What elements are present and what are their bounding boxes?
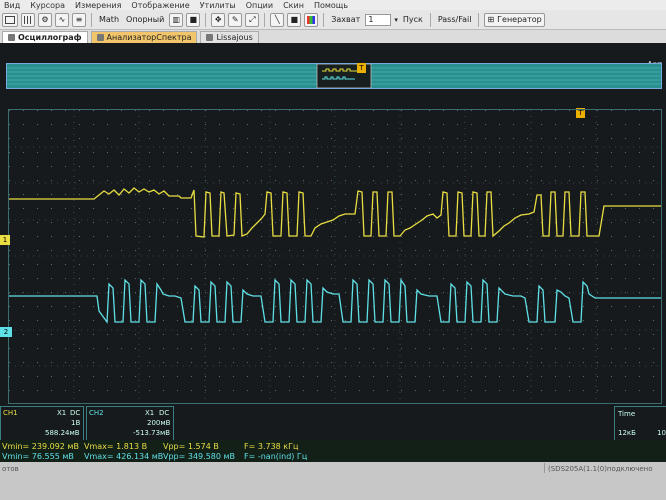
- menu-utilities[interactable]: Утилиты: [200, 1, 236, 10]
- probe-icon: ✎: [231, 15, 239, 24]
- toolbar-button-4[interactable]: ∿: [55, 12, 69, 27]
- menu-view[interactable]: Вид: [4, 1, 20, 10]
- scope-display[interactable]: Авт T T: [0, 43, 666, 443]
- generator-button[interactable]: ⊞ Генератор: [484, 12, 545, 27]
- tab-label: Осциллограф: [18, 33, 82, 42]
- ch1-scale: 1В: [71, 419, 81, 427]
- capture-count-input[interactable]: 1: [365, 13, 392, 26]
- toolbar-button-3[interactable]: ⚙: [38, 12, 52, 27]
- time-label: Time: [618, 410, 636, 418]
- toolbar-separator: [264, 12, 266, 27]
- scale-button[interactable]: ⤢: [245, 12, 260, 27]
- math-button[interactable]: Math: [97, 15, 121, 24]
- ch2-coupling: DC: [159, 409, 170, 417]
- overview-trigger-marker[interactable]: T: [357, 63, 366, 73]
- record-button[interactable]: ■: [287, 12, 302, 27]
- measurements-panel: Vmin= 239.092 мВ Vmax= 1.813 В Vpp= 1.57…: [0, 440, 666, 462]
- ch1-frequency: F= 3.738 кГц: [244, 442, 299, 451]
- status-bar: отов (SDS205A(1.1(0)подключено: [0, 462, 666, 500]
- draw-button[interactable]: ╲: [270, 12, 285, 27]
- ch2-vmin: Vmin= 76.555 мВ: [2, 452, 74, 461]
- waveform-overview[interactable]: T: [6, 63, 662, 89]
- menu-measure[interactable]: Измерения: [75, 1, 121, 10]
- ch1-probe: X1: [57, 409, 67, 417]
- reference-button[interactable]: Опорный: [124, 15, 166, 24]
- spectrum-icon: [96, 34, 104, 41]
- menu-display[interactable]: Отображение: [131, 1, 189, 10]
- capture-label: Захват: [331, 15, 361, 24]
- toolbar-separator: [478, 12, 480, 27]
- ch2-frequency: F= -nan(ind) Гц: [244, 452, 308, 461]
- lissajous-icon: [206, 34, 214, 41]
- toolbar-button-5[interactable]: ≡: [72, 12, 86, 27]
- ch2-name: CH2: [89, 409, 104, 417]
- status-text: отов: [2, 465, 19, 473]
- ch2-vpp: Vpp= 349.580 мВ: [163, 452, 236, 461]
- tab-label: Lissajous: [216, 33, 253, 42]
- tab-label: АнализаторСпектра: [106, 33, 192, 42]
- grid-dots: [9, 110, 661, 403]
- grid-icon: [24, 15, 32, 24]
- stop-icon: ■: [189, 15, 198, 24]
- device-status: (SDS205A(1.1(0)подключено: [548, 465, 653, 473]
- ch1-coupling: DC: [70, 409, 81, 417]
- passfail-button[interactable]: Pass/Fail: [436, 15, 474, 24]
- menu-cursor[interactable]: Курсора: [30, 1, 65, 10]
- ch1-level-marker[interactable]: 1: [0, 235, 10, 245]
- toolbar-button-1[interactable]: [2, 12, 18, 27]
- record-icon: ■: [290, 15, 299, 24]
- toolbar-separator: [205, 12, 207, 27]
- ch1-offset: 588.24мВ: [45, 429, 80, 437]
- split-view-button[interactable]: ▥: [169, 12, 184, 27]
- toolbar-separator: [429, 12, 431, 27]
- generator-label: Генератор: [497, 15, 542, 24]
- ch1-name: CH1: [3, 409, 18, 417]
- ch1-settings-panel[interactable]: CH1 X1 DC 1В 588.24мВ: [0, 406, 84, 442]
- time-panel[interactable]: Time 12кБ 10: [614, 406, 666, 442]
- menu-options[interactable]: Опции: [246, 1, 273, 10]
- scale-icon: ⤢: [249, 14, 256, 24]
- ch2-vmax: Vmax= 426.134 мВ: [84, 452, 164, 461]
- split-icon: ▥: [172, 15, 181, 24]
- ch2-offset: -513.73мВ: [133, 429, 171, 437]
- window-icon: [5, 15, 15, 24]
- menu-help[interactable]: Помощь: [314, 1, 348, 10]
- move-icon: ✥: [214, 15, 222, 24]
- ch1-vmin: Vmin= 239.092 мВ: [2, 442, 79, 451]
- start-button[interactable]: Пуск: [401, 15, 425, 24]
- stop-button[interactable]: ■: [186, 12, 201, 27]
- wave-icon: ∿: [58, 15, 66, 24]
- ch1-vpp: Vpp= 1.574 В: [163, 442, 219, 451]
- tab-lissajous[interactable]: Lissajous: [200, 31, 259, 43]
- line-icon: ╲: [274, 15, 280, 24]
- tab-bar: Осциллограф АнализаторСпектра Lissajous: [0, 30, 666, 43]
- waveform-grid[interactable]: [8, 109, 662, 404]
- toolbar: ⚙ ∿ ≡ Math Опорный ▥ ■ ✥ ✎ ⤢ ╲ ■ Захват …: [0, 10, 666, 30]
- time-extra: 10: [657, 429, 666, 437]
- settings-icon: ⚙: [41, 15, 49, 24]
- tab-oscilloscope[interactable]: Осциллограф: [2, 31, 88, 43]
- ch1-vmax: Vmax= 1.813 В: [84, 442, 148, 451]
- toolbar-button-2[interactable]: [21, 12, 35, 27]
- chevron-down-icon[interactable]: ▾: [394, 16, 398, 24]
- generator-icon: ⊞: [487, 15, 495, 24]
- color-button[interactable]: [304, 12, 319, 27]
- toolbar-separator: [91, 12, 92, 27]
- cursor-button[interactable]: ✥: [211, 12, 226, 27]
- oscilloscope-icon: [8, 34, 15, 41]
- ch2-level-marker[interactable]: 2: [0, 327, 12, 337]
- palette-icon: [307, 15, 316, 24]
- tab-spectrum-analyzer[interactable]: АнализаторСпектра: [90, 31, 198, 43]
- time-value: 12кБ: [618, 429, 636, 437]
- toolbar-separator: [323, 12, 325, 27]
- ch2-probe: X1: [145, 409, 155, 417]
- list-icon: ≡: [75, 15, 83, 24]
- info-row: CH1 X1 DC 1В 588.24мВ CH2 X1 DC 200мВ -5…: [0, 405, 666, 443]
- status-divider: [544, 463, 545, 473]
- probe-button[interactable]: ✎: [228, 12, 243, 27]
- ch2-scale: 200мВ: [147, 419, 171, 427]
- menu-bar: Вид Курсора Измерения Отображение Утилит…: [0, 0, 666, 10]
- menu-skin[interactable]: Скин: [283, 1, 304, 10]
- ch2-settings-panel[interactable]: CH2 X1 DC 200мВ -513.73мВ: [86, 406, 174, 442]
